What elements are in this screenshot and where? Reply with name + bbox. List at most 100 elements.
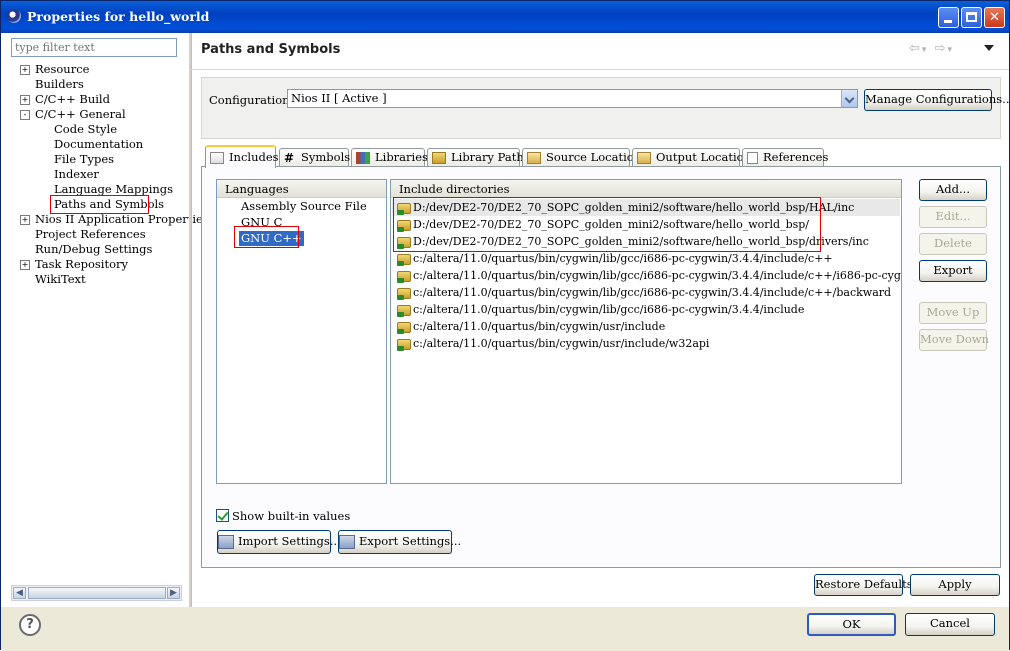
show-builtin-label: Show built-in values: [232, 509, 351, 523]
page-title: Paths and Symbols: [201, 42, 341, 57]
view-menu-icon[interactable]: [984, 45, 994, 51]
properties-navigation: + ResourceBuilders + C/C++ Build-C/C++ Gene…: [5, 33, 209, 607]
forward-arrow-icon[interactable]: ⇨: [935, 41, 948, 56]
chevron-down-icon[interactable]: [841, 90, 857, 107]
languages-list[interactable]: Languages Assembly Source File GNU C GNU…: [216, 179, 387, 484]
export-button[interactable]: Export: [919, 260, 987, 282]
include-folder-icon: [397, 321, 411, 334]
tab-label: References: [763, 150, 829, 164]
show-builtin-checkbox[interactable]: [216, 509, 229, 522]
hash-icon: #: [284, 151, 295, 165]
filter-input[interactable]: [11, 38, 177, 57]
import-settings-label: Import Settings...: [238, 534, 341, 548]
tree-node[interactable]: + Nios II Application Properties: [20, 212, 209, 227]
tab-symbols[interactable]: # Symbols: [279, 148, 350, 167]
include-directory-item[interactable]: c:/altera/11.0/quartus/bin/cygwin/lib/gc…: [397, 301, 804, 318]
configuration-value: Nios II [ Active ]: [291, 91, 387, 105]
tree-node-label: Documentation: [54, 137, 144, 151]
scroll-left-icon[interactable]: ◀: [13, 587, 26, 599]
tree-node[interactable]: Indexer: [54, 167, 99, 182]
back-arrow-icon[interactable]: ⇦: [909, 41, 922, 56]
tree-node[interactable]: + C/C++ Build: [20, 92, 110, 107]
import-settings-button[interactable]: Import Settings...: [217, 530, 341, 554]
tree-node-label: Indexer: [54, 167, 99, 181]
tab-label: Output Location: [656, 150, 751, 164]
export-icon: [339, 535, 355, 549]
folder-icon: [637, 152, 651, 164]
scroll-thumb[interactable]: [28, 587, 166, 599]
export-settings-button[interactable]: Export Settings...: [338, 530, 461, 554]
tab-includes[interactable]: Includes: [205, 145, 279, 168]
include-directory-item[interactable]: c:/altera/11.0/quartus/bin/cygwin/usr/in…: [397, 318, 665, 335]
expand-icon[interactable]: +: [20, 260, 30, 270]
title-separator: [191, 69, 1009, 70]
tab-source-location[interactable]: Source Location: [522, 148, 641, 167]
tab-references[interactable]: References: [742, 148, 828, 167]
language-item[interactable]: Assembly Source File: [241, 199, 367, 214]
window-title: Properties for hello_world: [27, 9, 210, 24]
manage-configurations-button[interactable]: Manage Configurations...: [864, 89, 1010, 111]
dialog-button-bar: ? OK Cancel: [1, 607, 1009, 651]
include-folder-icon: [397, 253, 411, 266]
tree-node[interactable]: WikiText: [35, 272, 86, 287]
tree-node[interactable]: Run/Debug Settings: [35, 242, 152, 257]
include-folder-icon: [397, 338, 411, 351]
tree-node-label: File Types: [54, 152, 115, 166]
collapse-icon[interactable]: -: [20, 110, 30, 120]
apply-button[interactable]: Apply: [910, 574, 1000, 596]
close-icon: ✕: [989, 10, 1000, 25]
tree-node[interactable]: Documentation: [54, 137, 143, 152]
tree-node-label: Project References: [35, 227, 146, 241]
configuration-select[interactable]: Nios II [ Active ]: [287, 89, 858, 108]
include-folder-icon: [397, 287, 411, 300]
tree-node[interactable]: - C/C++ General: [20, 107, 126, 122]
help-icon[interactable]: ?: [19, 614, 41, 636]
tab-label: Includes: [229, 150, 279, 164]
configuration-label: Configuration:: [209, 93, 294, 107]
expand-icon[interactable]: +: [20, 95, 30, 105]
tree-node[interactable]: Project References: [35, 227, 146, 242]
highlight-gnu-cpp: [234, 226, 299, 248]
include-directories-header: Include directories: [391, 180, 901, 198]
close-button[interactable]: ✕: [984, 7, 1005, 28]
properties-window: Properties for hello_world ✕ + ResourceBu…: [0, 0, 1010, 651]
include-path-label: c:/altera/11.0/quartus/bin/cygwin/lib/gc…: [413, 303, 805, 316]
tree-node[interactable]: File Types: [54, 152, 114, 167]
include-path-label: c:/altera/11.0/quartus/bin/cygwin/usr/in…: [413, 320, 666, 333]
restore-defaults-button[interactable]: Restore Defaults: [814, 574, 913, 596]
expand-icon[interactable]: +: [20, 215, 30, 225]
tree-node[interactable]: + Resource: [20, 62, 89, 77]
tree-node[interactable]: Builders: [35, 77, 84, 92]
include-directory-item[interactable]: c:/altera/11.0/quartus/bin/cygwin/lib/gc…: [397, 284, 891, 301]
tree-node-label: Builders: [35, 77, 84, 91]
tree-node-label: Run/Debug Settings: [35, 242, 153, 256]
tab-library-paths[interactable]: Library Paths: [427, 148, 530, 167]
add-button[interactable]: Add...: [919, 179, 987, 201]
maximize-button[interactable]: [961, 7, 982, 28]
tree-horizontal-scrollbar[interactable]: ◀ ▶: [11, 585, 182, 601]
title-bar[interactable]: Properties for hello_world ✕: [1, 1, 1009, 33]
eclipse-app-icon: [7, 9, 21, 23]
include-directory-item[interactable]: c:/altera/11.0/quartus/bin/cygwin/usr/in…: [397, 335, 709, 352]
scroll-right-icon[interactable]: ▶: [167, 587, 180, 599]
highlight-paths-and-symbols: [50, 195, 149, 214]
move-down-button[interactable]: Move Down: [919, 329, 989, 351]
move-up-button[interactable]: Move Up: [919, 302, 987, 324]
page-navigation: ⇦▾ ⇨▾: [909, 41, 955, 56]
delete-button[interactable]: Delete: [919, 233, 987, 255]
expand-icon[interactable]: +: [20, 65, 30, 75]
cancel-button[interactable]: Cancel: [905, 613, 995, 636]
pane-divider[interactable]: [189, 33, 192, 607]
minimize-button[interactable]: [938, 7, 959, 28]
tree-node[interactable]: Code Style: [54, 122, 117, 137]
ok-button[interactable]: OK: [807, 613, 896, 636]
tab-output-location[interactable]: Output Location: [632, 148, 751, 167]
tab-libraries[interactable]: Libraries: [351, 148, 428, 167]
include-directory-item[interactable]: c:/altera/11.0/quartus/bin/cygwin/lib/gc…: [397, 267, 901, 284]
tree-node-label: Nios II Application Properties: [35, 212, 209, 226]
edit-button[interactable]: Edit...: [919, 206, 987, 228]
tree-node-label: Language Mappings: [54, 182, 174, 196]
include-directory-item[interactable]: c:/altera/11.0/quartus/bin/cygwin/lib/gc…: [397, 250, 833, 267]
library-icon: [356, 152, 370, 164]
tree-node[interactable]: + Task Repository: [20, 257, 128, 272]
